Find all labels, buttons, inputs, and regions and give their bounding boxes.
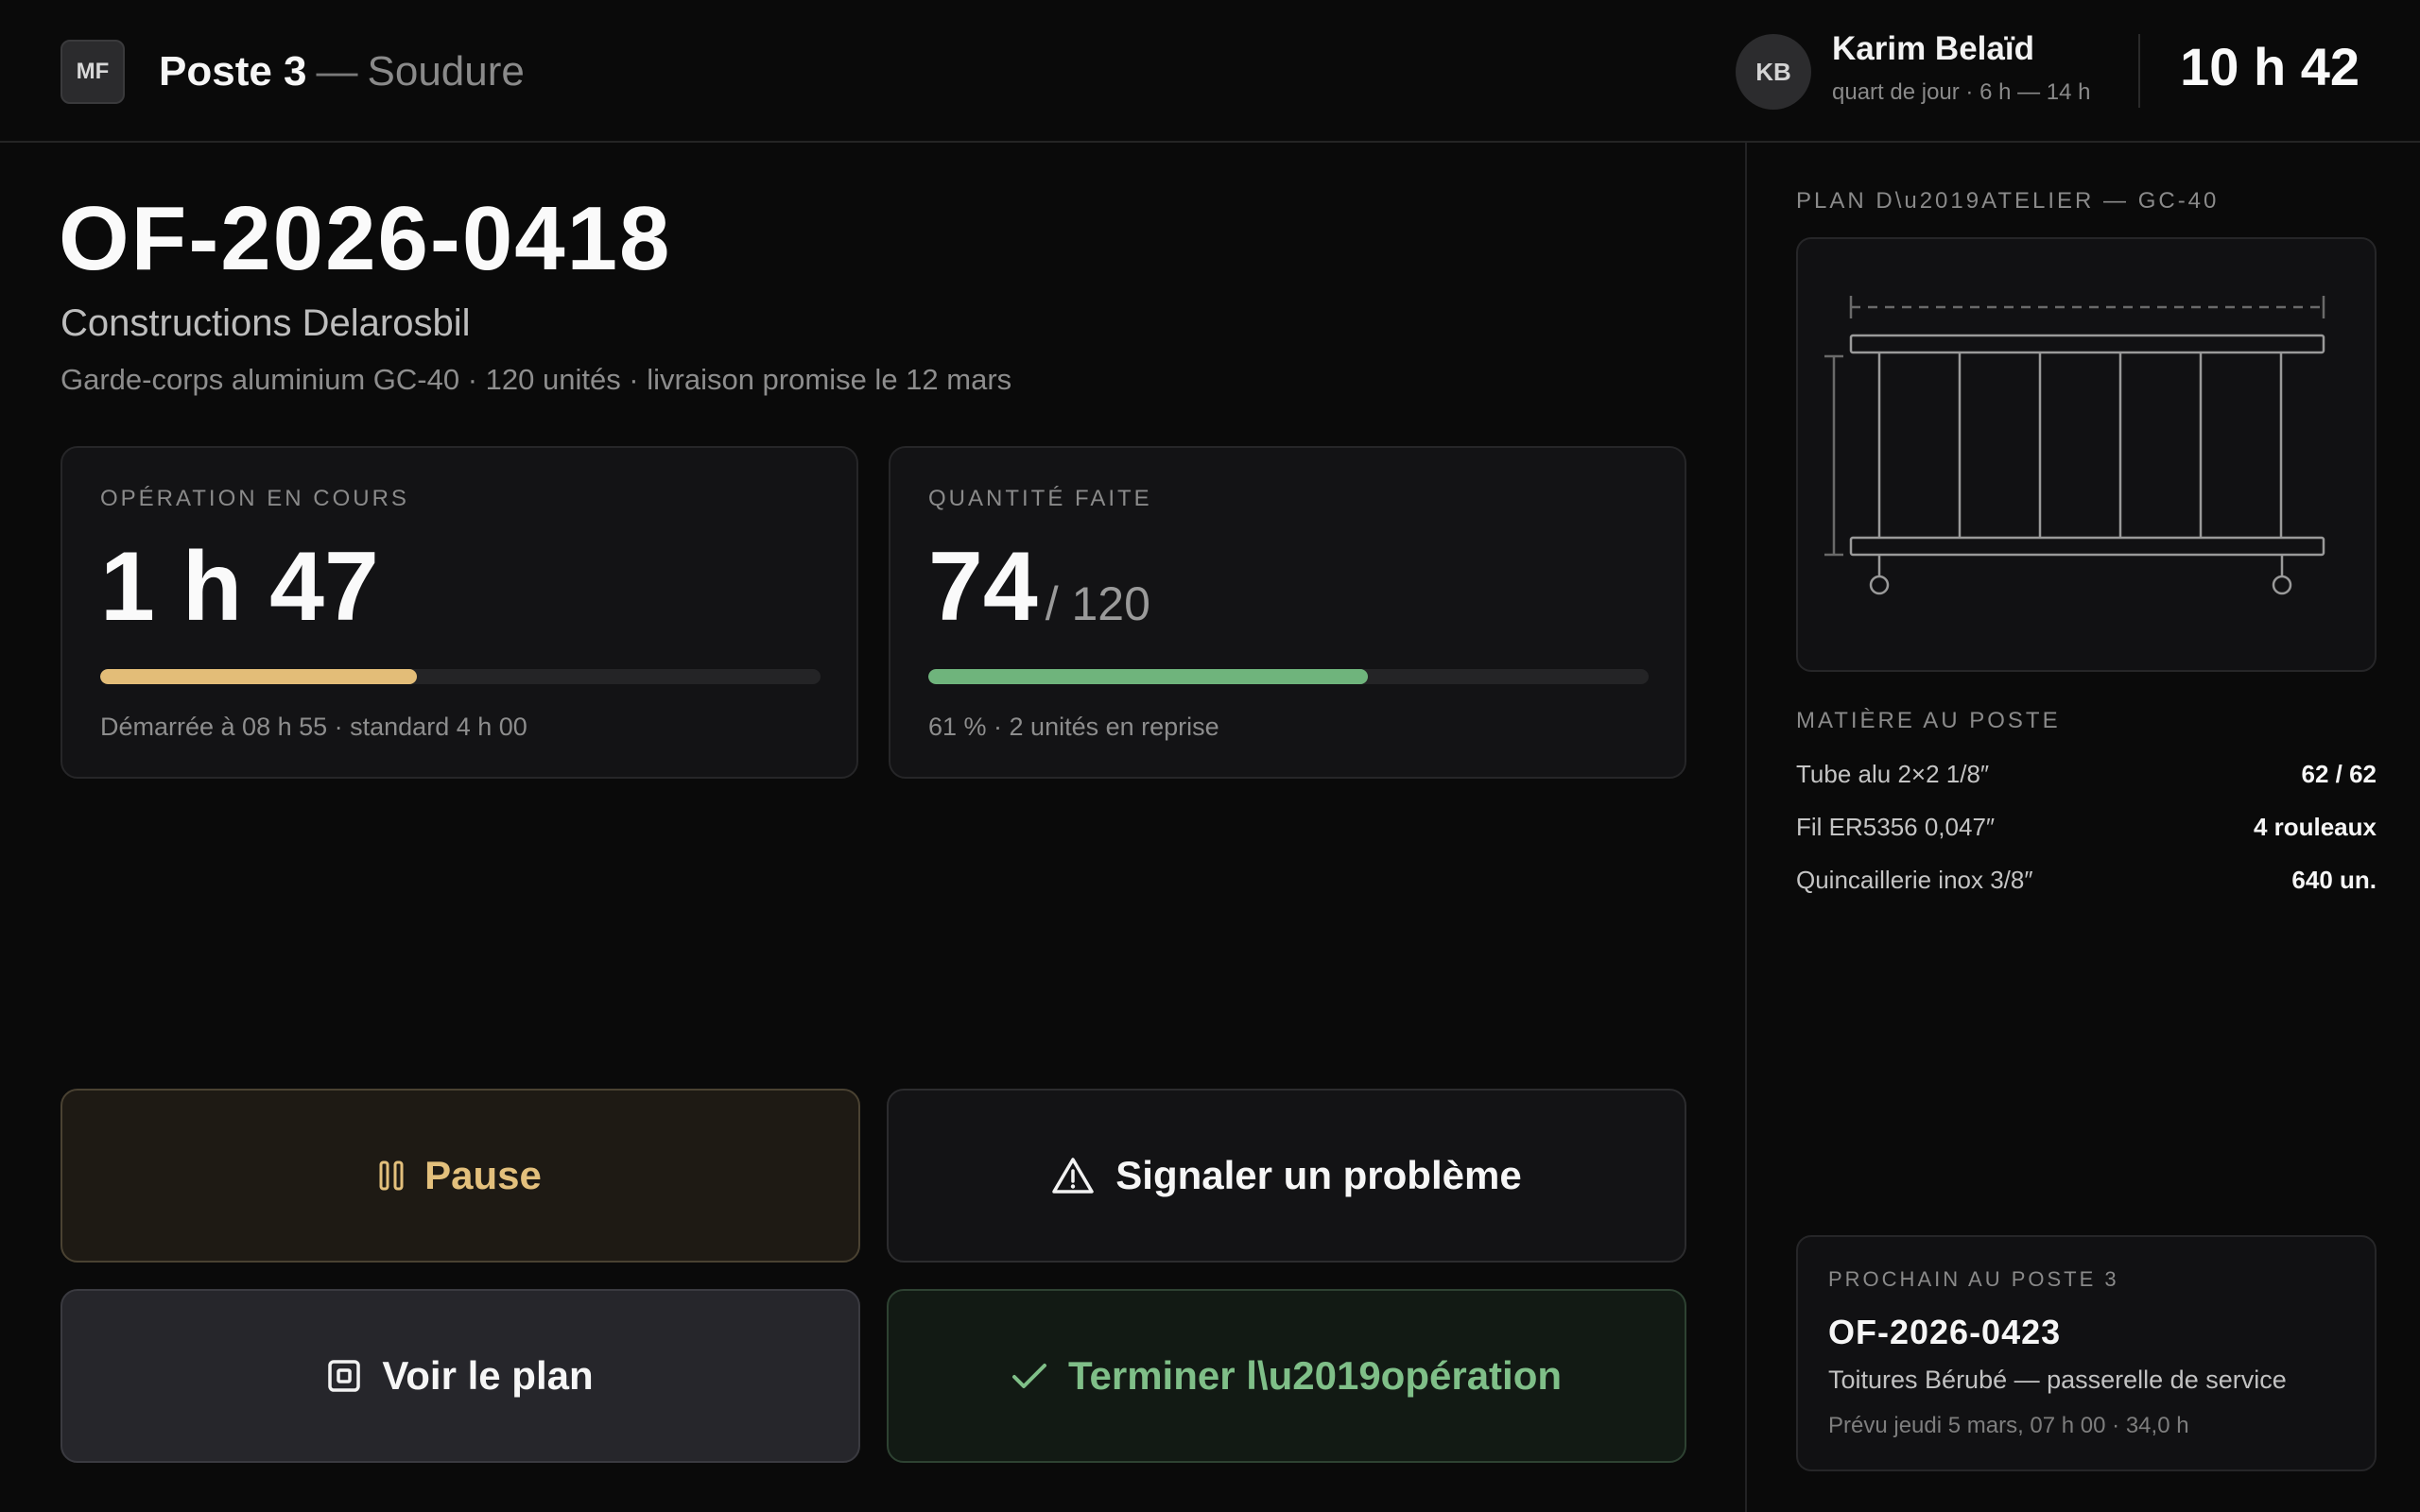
- next-order-id: OF-2026-0423: [1828, 1313, 2062, 1351]
- material-row: Tube alu 2×2 1/8″ 62 / 62: [1796, 755, 2377, 793]
- quantity-note: 61 % · 2 unités en reprise: [928, 713, 1219, 741]
- operation-label: OPÉRATION EN COURS: [100, 486, 409, 511]
- material-qty: 4 rouleaux: [2253, 812, 2377, 841]
- order-description: Garde-corps aluminium GC-40 · 120 unités…: [60, 363, 1012, 396]
- pause-button[interactable]: Pause: [60, 1089, 860, 1263]
- material-name: Quincaillerie inox 3/8″: [1796, 865, 2033, 894]
- quantity-done: 74: [928, 532, 1038, 642]
- material-qty: 640 un.: [2291, 865, 2377, 894]
- material-name: Fil ER5356 0,047″: [1796, 812, 1996, 841]
- pause-label: Pause: [424, 1153, 542, 1197]
- quantity-progress-track: [928, 669, 1649, 684]
- order-id: OF-2026-0418: [59, 188, 672, 289]
- view-plan-label: Voir le plan: [382, 1353, 594, 1398]
- station-number: Poste 3: [159, 48, 307, 94]
- operation-card: OPÉRATION EN COURS 1 h 47 Démarrée à 08 …: [60, 446, 858, 779]
- finish-operation-button[interactable]: Terminer l\u2019opération: [887, 1289, 1686, 1463]
- report-problem-button[interactable]: Signaler un problème: [887, 1089, 1686, 1263]
- operation-progress-fill: [100, 669, 418, 684]
- quantity-total: / 120: [1045, 577, 1150, 630]
- operation-elapsed: 1 h 47: [100, 531, 379, 644]
- material-name: Tube alu 2×2 1/8″: [1796, 759, 1990, 788]
- station-name: Soudure: [367, 48, 525, 94]
- finish-operation-label: Terminer l\u2019opération: [1067, 1353, 1563, 1398]
- side-panel: PLAN D\u2019ATELIER — GC-40 MATIÈRE AU P…: [1745, 143, 2420, 1512]
- station-separator: —: [316, 48, 358, 94]
- material-row: Quincaillerie inox 3/8″ 640 un.: [1796, 861, 2377, 899]
- quantity-card: QUANTITÉ FAITE 74 / 120 61 % · 2 unités …: [889, 446, 1686, 779]
- user-name: Karim Belaïd: [1832, 30, 2034, 67]
- operation-note: Démarrée à 08 h 55 · standard 4 h 00: [100, 713, 527, 741]
- warning-triangle-icon: [1051, 1157, 1095, 1194]
- quantity-value: 74 / 120: [928, 531, 1150, 644]
- plan-frame-icon: [327, 1359, 361, 1393]
- materials-title: MATIÈRE AU POSTE: [1796, 708, 2061, 733]
- view-plan-button[interactable]: Voir le plan: [60, 1289, 860, 1463]
- operation-elapsed-value: 1 h 47: [100, 532, 379, 642]
- next-order-label: PROCHAIN AU POSTE 3: [1828, 1267, 2119, 1291]
- order-client: Constructions Delarosbil: [60, 302, 471, 344]
- quantity-progress-fill: [928, 669, 1368, 684]
- plan-drawing[interactable]: [1796, 237, 2377, 672]
- clock: 10 h 42: [2180, 37, 2360, 96]
- user-avatar[interactable]: KB: [1736, 34, 1811, 110]
- pause-icon: [379, 1160, 404, 1191]
- plan-title: PLAN D\u2019ATELIER — GC-40: [1796, 188, 2220, 214]
- material-row: Fil ER5356 0,047″ 4 rouleaux: [1796, 808, 2377, 846]
- company-logo: MF: [60, 40, 125, 104]
- station-title: Poste 3 — Soudure: [159, 42, 525, 102]
- next-order-schedule: Prévu jeudi 5 mars, 07 h 00 · 34,0 h: [1828, 1413, 2189, 1438]
- railing-drawing: [1824, 296, 2325, 595]
- next-order-card[interactable]: PROCHAIN AU POSTE 3 OF-2026-0423 Toiture…: [1796, 1235, 2377, 1471]
- next-order-description: Toitures Bérubé — passerelle de service: [1828, 1366, 2287, 1394]
- user-shift: quart de jour · 6 h — 14 h: [1832, 79, 2091, 105]
- operation-progress-track: [100, 669, 821, 684]
- report-problem-label: Signaler un problème: [1115, 1153, 1522, 1197]
- check-icon: [1011, 1362, 1047, 1390]
- material-qty: 62 / 62: [2301, 759, 2377, 788]
- header-divider: [2138, 34, 2140, 108]
- quantity-label: QUANTITÉ FAITE: [928, 486, 1152, 511]
- top-bar: MF Poste 3 — Soudure KB Karim Belaïd qua…: [0, 0, 2420, 143]
